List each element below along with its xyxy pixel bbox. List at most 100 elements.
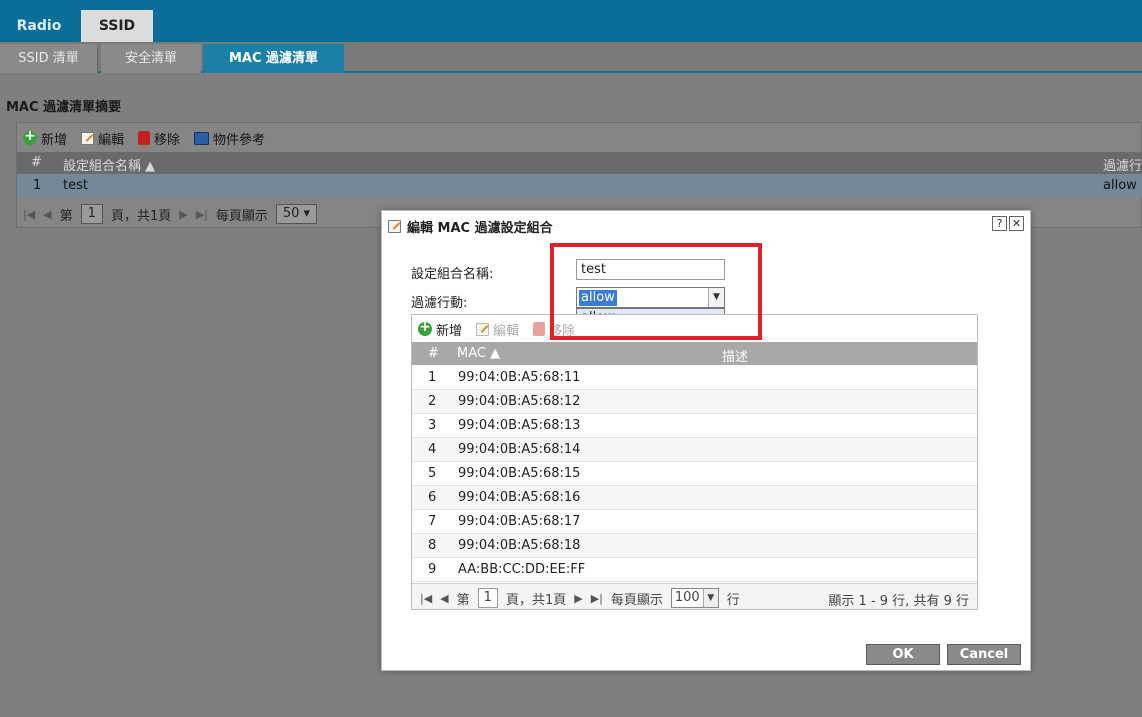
table-row[interactable]: 5 99:04:0B:A5:68:15 xyxy=(412,462,977,486)
row-mac: AA:BB:CC:DD:EE:FF xyxy=(458,562,586,577)
row-mac: 99:04:0B:A5:68:15 xyxy=(458,466,581,481)
next-page-icon[interactable]: ▶ xyxy=(179,208,187,221)
close-button[interactable]: ✕ xyxy=(1009,216,1024,231)
per-page-value: 50 xyxy=(282,206,300,221)
per-page-select[interactable]: 100 ▼ xyxy=(670,588,719,608)
page-suffix: 頁，共1頁 xyxy=(110,208,172,224)
row-num: 3 xyxy=(428,418,437,433)
row-name: test xyxy=(63,178,88,193)
row-num: 4 xyxy=(428,442,437,457)
top-tab-bar: Radio SSID xyxy=(0,0,1142,42)
trash-icon xyxy=(138,131,151,145)
row-num: 6 xyxy=(428,490,437,505)
object-reference-button[interactable]: 物件參考 xyxy=(194,129,265,148)
row-action: allow xyxy=(1103,178,1137,193)
table-row[interactable]: 7 99:04:0B:A5:68:17 xyxy=(412,510,977,534)
col-num: # xyxy=(31,155,42,170)
mac-list-toolbar: 新增 編輯 移除 xyxy=(418,319,575,339)
table-row[interactable]: 4 99:04:0B:A5:68:14 xyxy=(412,438,977,462)
sub-tab-bar: SSID 清單 安全清單 MAC 過濾清單 xyxy=(0,42,1142,73)
row-mac: 99:04:0B:A5:68:17 xyxy=(458,514,581,529)
edit-mac-filter-dialog: 編輯 MAC 過濾設定組合 ? ✕ 設定組合名稱: test 過濾行動: all… xyxy=(381,210,1031,671)
edit-mac-label: 編輯 xyxy=(493,323,520,339)
ok-button[interactable]: OK xyxy=(866,644,940,665)
page-title: MAC 過濾清單摘要 xyxy=(6,100,122,115)
row-mac: 99:04:0B:A5:68:16 xyxy=(458,490,581,505)
next-page-icon[interactable]: ▶ xyxy=(574,592,582,605)
table-row[interactable]: 2 99:04:0B:A5:68:12 xyxy=(412,390,977,414)
prev-page-icon[interactable]: ◀ xyxy=(440,592,448,605)
row-mac: 99:04:0B:A5:68:11 xyxy=(458,370,581,385)
profile-name-input[interactable]: test xyxy=(576,259,725,280)
table-row[interactable]: 9 AA:BB:CC:DD:EE:FF xyxy=(412,558,977,582)
page-prefix: 第 xyxy=(59,208,73,224)
chevron-down-icon: ▼ xyxy=(702,589,718,607)
per-page-select[interactable]: 50 ▾ xyxy=(275,204,318,224)
tab-security-list[interactable]: 安全清單 xyxy=(101,44,201,73)
cancel-button[interactable]: Cancel xyxy=(947,644,1021,665)
row-num: 2 xyxy=(428,394,437,409)
row-num: 5 xyxy=(428,466,437,481)
filter-action-value: allow xyxy=(579,290,617,306)
table-row[interactable]: 3 99:04:0B:A5:68:13 xyxy=(412,414,977,438)
row-num: 1 xyxy=(33,178,42,193)
help-button[interactable]: ? xyxy=(992,216,1007,231)
tab-mac-filter-list[interactable]: MAC 過濾清單 xyxy=(203,44,344,73)
row-num: 7 xyxy=(428,514,437,529)
add-button[interactable]: 新增 xyxy=(23,128,68,148)
per-page-value: 100 xyxy=(674,590,700,605)
tab-ssid-list[interactable]: SSID 清單 xyxy=(0,44,98,73)
dialog-title: 編輯 MAC 過濾設定組合 xyxy=(407,220,553,236)
remove-button[interactable]: 移除 xyxy=(138,129,180,148)
table-row[interactable]: 6 99:04:0B:A5:68:16 xyxy=(412,486,977,510)
col-profile-name[interactable]: 設定組合名稱 ▲ xyxy=(63,155,155,174)
page-input[interactable]: 1 xyxy=(477,588,498,608)
add-mac-label: 新增 xyxy=(436,323,463,339)
pager-controls: |◀ ◀ 第 1 頁，共1頁 ▶ ▶| 每頁顯示 100 ▼ 行 xyxy=(420,588,740,608)
rows-unit-label: 行 xyxy=(726,592,740,608)
page-input[interactable]: 1 xyxy=(80,204,103,224)
pager-info: 顯示 1 - 9 行, 共有 9 行 xyxy=(828,594,969,609)
table-row[interactable]: 1 99:04:0B:A5:68:11 xyxy=(412,366,977,390)
edit-mac-button[interactable]: 編輯 xyxy=(476,320,519,339)
last-page-icon[interactable]: ▶| xyxy=(591,592,603,605)
per-page-label: 每頁顯示 xyxy=(610,592,663,608)
summary-toolbar: 新增 編輯 移除 物件參考 xyxy=(23,128,265,148)
dialog-title-bar: 編輯 MAC 過濾設定組合 xyxy=(388,216,553,236)
page-prefix: 第 xyxy=(456,592,470,608)
prev-page-icon[interactable]: ◀ xyxy=(43,208,51,221)
table-row[interactable]: 8 99:04:0B:A5:68:18 xyxy=(412,534,977,558)
col-mac[interactable]: MAC ▲ xyxy=(457,346,500,361)
reference-icon xyxy=(194,131,210,145)
tab-radio[interactable]: Radio xyxy=(0,10,78,42)
row-mac: 99:04:0B:A5:68:18 xyxy=(458,538,581,553)
summary-table-header: # 設定組合名稱 ▲ 過濾行 xyxy=(17,152,1142,174)
edit-icon xyxy=(476,322,490,336)
last-page-icon[interactable]: ▶| xyxy=(196,208,208,221)
row-mac: 99:04:0B:A5:68:14 xyxy=(458,442,581,457)
tab-ssid[interactable]: SSID xyxy=(81,10,153,42)
add-label: 新增 xyxy=(41,132,68,148)
profile-name-label: 設定組合名稱: xyxy=(411,267,494,282)
row-num: 8 xyxy=(428,538,437,553)
chevron-down-icon[interactable]: ▼ xyxy=(708,288,724,307)
remove-mac-label: 移除 xyxy=(549,323,576,339)
col-filter-action[interactable]: 過濾行 xyxy=(1103,155,1142,174)
add-mac-button[interactable]: 新增 xyxy=(418,319,463,339)
col-description[interactable]: 描述 xyxy=(722,346,748,365)
remove-mac-button[interactable]: 移除 xyxy=(533,320,575,339)
first-page-icon[interactable]: |◀ xyxy=(420,592,432,605)
table-row[interactable]: 1 test allow xyxy=(17,175,1142,197)
object-reference-label: 物件參考 xyxy=(213,132,266,148)
edit-icon xyxy=(388,219,401,233)
mac-table-header: # MAC ▲ 描述 xyxy=(412,342,977,365)
mac-list-panel: 新增 編輯 移除 # MAC ▲ 描述 1 99:04:0B:A5:68:11 2… xyxy=(411,314,978,610)
filter-action-select[interactable]: allow ▼ xyxy=(576,287,725,308)
row-mac: 99:04:0B:A5:68:13 xyxy=(458,418,581,433)
trash-icon xyxy=(533,322,546,336)
edit-button[interactable]: 編輯 xyxy=(81,129,124,148)
filter-action-label: 過濾行動: xyxy=(411,296,468,311)
edit-icon xyxy=(81,131,95,145)
first-page-icon[interactable]: |◀ xyxy=(23,208,35,221)
add-icon xyxy=(23,128,37,145)
